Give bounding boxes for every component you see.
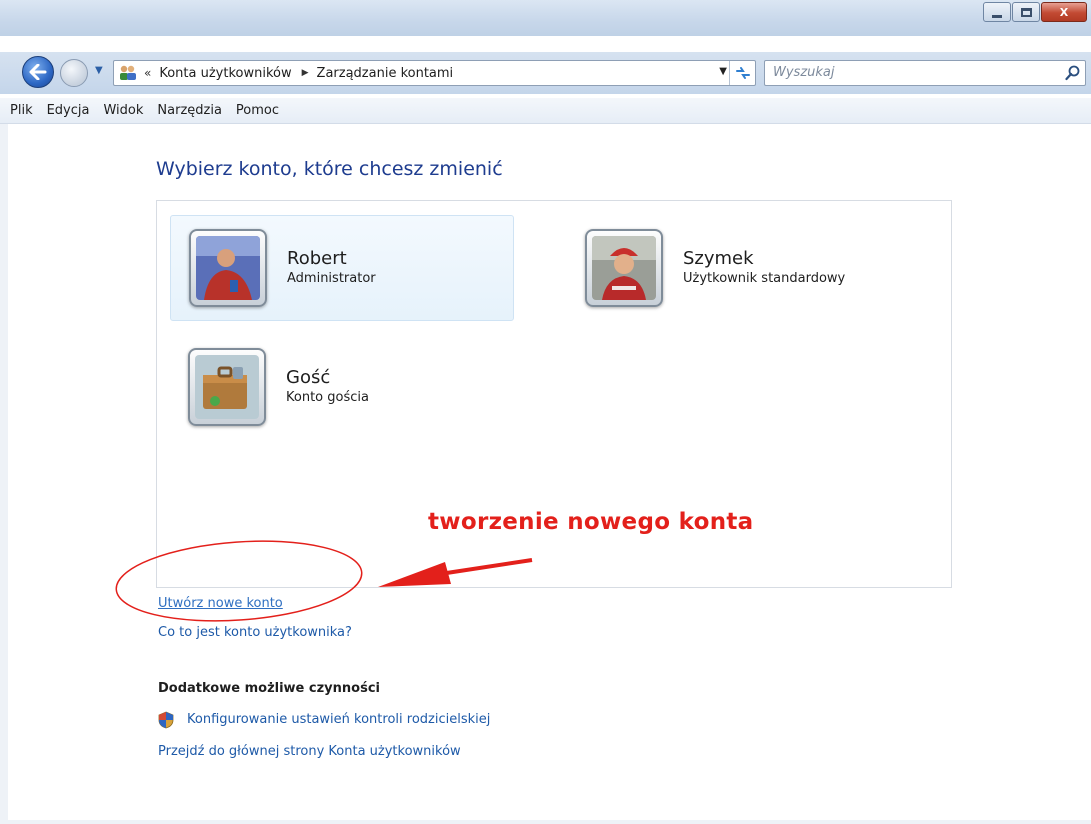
account-name: Gość <box>286 367 331 388</box>
annotation-label: tworzenie nowego konta <box>428 509 754 535</box>
search-box[interactable]: Wyszukaj <box>764 60 1086 86</box>
minimize-icon <box>992 14 1002 18</box>
breadcrumb-separator-icon[interactable]: ▶ <box>302 68 309 78</box>
account-tile-robert[interactable]: Robert Administrator <box>170 215 514 321</box>
user-photo-szymek <box>592 236 656 300</box>
caption-buttons: X <box>982 2 1087 22</box>
account-tile-szymek[interactable]: Szymek Użytkownik standardowy <box>567 215 911 321</box>
close-button[interactable]: X <box>1041 2 1087 22</box>
back-button[interactable] <box>22 56 54 88</box>
avatar <box>585 229 663 307</box>
user-photo-robert <box>196 236 260 300</box>
parental-controls-link[interactable]: Konfigurowanie ustawień kontroli rodzici… <box>187 712 490 727</box>
menu-pomoc[interactable]: Pomoc <box>236 103 279 118</box>
maximize-icon <box>1020 7 1032 17</box>
address-overflow-chevron[interactable]: « <box>144 66 151 80</box>
menu-edycja[interactable]: Edycja <box>47 103 90 118</box>
close-icon: X <box>1059 5 1069 19</box>
menu-narzedzia[interactable]: Narzędzia <box>157 103 222 118</box>
forward-button[interactable] <box>60 59 88 87</box>
minimize-button[interactable] <box>983 2 1011 22</box>
additional-tasks-heading: Dodatkowe możliwe czynności <box>158 681 380 696</box>
account-type: Administrator <box>287 271 376 286</box>
account-name: Szymek <box>683 248 754 269</box>
refresh-icon <box>735 67 750 79</box>
account-type: Konto gościa <box>286 390 369 405</box>
menu-plik[interactable]: Plik <box>10 103 33 118</box>
search-placeholder: Wyszukaj <box>773 65 835 80</box>
avatar <box>188 348 266 426</box>
breadcrumb-konta[interactable]: Konta użytkowników <box>159 66 291 81</box>
window-left-edge <box>0 124 8 824</box>
menu-bar: Plik Edycja Widok Narzędzia Pomoc <box>0 98 1091 124</box>
breadcrumb-zarzadzanie[interactable]: Zarządzanie kontami <box>317 66 454 81</box>
arrow-left-icon <box>29 64 47 80</box>
account-type: Użytkownik standardowy <box>683 271 846 286</box>
window-titlebar: X <box>0 0 1091 36</box>
refresh-button[interactable] <box>729 61 755 85</box>
recent-pages-chevron-icon[interactable]: ▼ <box>95 65 103 76</box>
window-bottom-edge <box>0 820 1091 824</box>
guest-briefcase-icon <box>195 355 259 419</box>
create-account-link[interactable]: Utwórz nowe konto <box>158 596 283 611</box>
user-accounts-main-link[interactable]: Przejdź do głównej strony Konta użytkown… <box>158 744 461 759</box>
shield-icon <box>158 711 174 729</box>
account-name: Robert <box>287 248 347 269</box>
account-tile-gosc[interactable]: Gość Konto gościa <box>170 334 514 440</box>
users-icon <box>118 64 138 82</box>
what-is-account-link[interactable]: Co to jest konto użytkownika? <box>158 625 352 640</box>
page-title: Wybierz konto, które chcesz zmienić <box>156 158 503 180</box>
menu-widok[interactable]: Widok <box>103 103 143 118</box>
address-bar[interactable]: « Konta użytkowników ▶ Zarządzanie konta… <box>113 60 756 86</box>
maximize-button[interactable] <box>1012 2 1040 22</box>
avatar <box>189 229 267 307</box>
navigation-bar: ▼ « Konta użytkowników ▶ Zarządzanie kon… <box>0 52 1091 94</box>
address-dropdown-icon[interactable]: ▼ <box>719 66 727 77</box>
search-icon[interactable] <box>1065 65 1081 81</box>
